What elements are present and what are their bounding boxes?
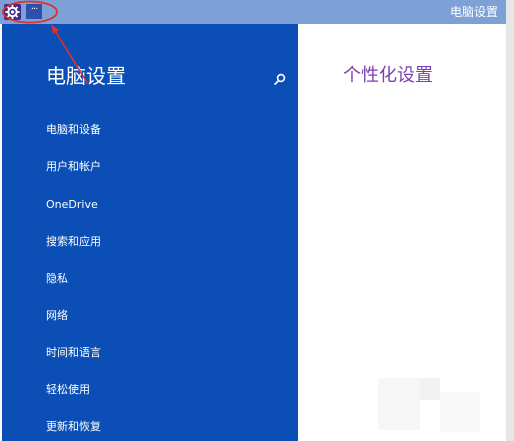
- sidebar-item-ease-of-access[interactable]: 轻松使用: [46, 383, 90, 397]
- sidebar-item-pc-and-devices[interactable]: 电脑和设备: [46, 123, 101, 137]
- page-title[interactable]: 个性化设置: [343, 65, 433, 87]
- sidebar-item-privacy[interactable]: 隐私: [46, 272, 68, 286]
- sidebar-item-accounts[interactable]: 用户和帐户: [46, 160, 101, 174]
- faint-patch: [378, 378, 420, 430]
- settings-gear-icon[interactable]: [4, 4, 21, 20]
- sidebar-item-search-and-apps[interactable]: 搜索和应用: [46, 235, 101, 249]
- pc-settings-window: ··· 电脑设置 电脑设置 电脑和设备 用户和帐户 OneDrive 搜索和应用…: [0, 0, 514, 441]
- sidebar-item-network[interactable]: 网络: [46, 309, 68, 323]
- faint-patch: [420, 378, 440, 400]
- settings-sidebar: 电脑设置 电脑和设备 用户和帐户 OneDrive 搜索和应用 隐私 网络 时间…: [2, 24, 298, 441]
- window-title: 电脑设置: [449, 5, 498, 19]
- title-bar: ··· 电脑设置: [0, 0, 506, 24]
- window-edge: [506, 0, 514, 441]
- sidebar-item-update-and-recovery[interactable]: 更新和恢复: [46, 420, 101, 434]
- app-commands-menu-button[interactable]: ···: [26, 4, 42, 19]
- search-icon[interactable]: [274, 70, 286, 85]
- faint-patch: [440, 392, 480, 432]
- sidebar-item-onedrive[interactable]: OneDrive: [46, 198, 98, 212]
- sidebar-item-time-and-language[interactable]: 时间和语言: [46, 346, 101, 360]
- sidebar-title: 电脑设置: [46, 64, 126, 88]
